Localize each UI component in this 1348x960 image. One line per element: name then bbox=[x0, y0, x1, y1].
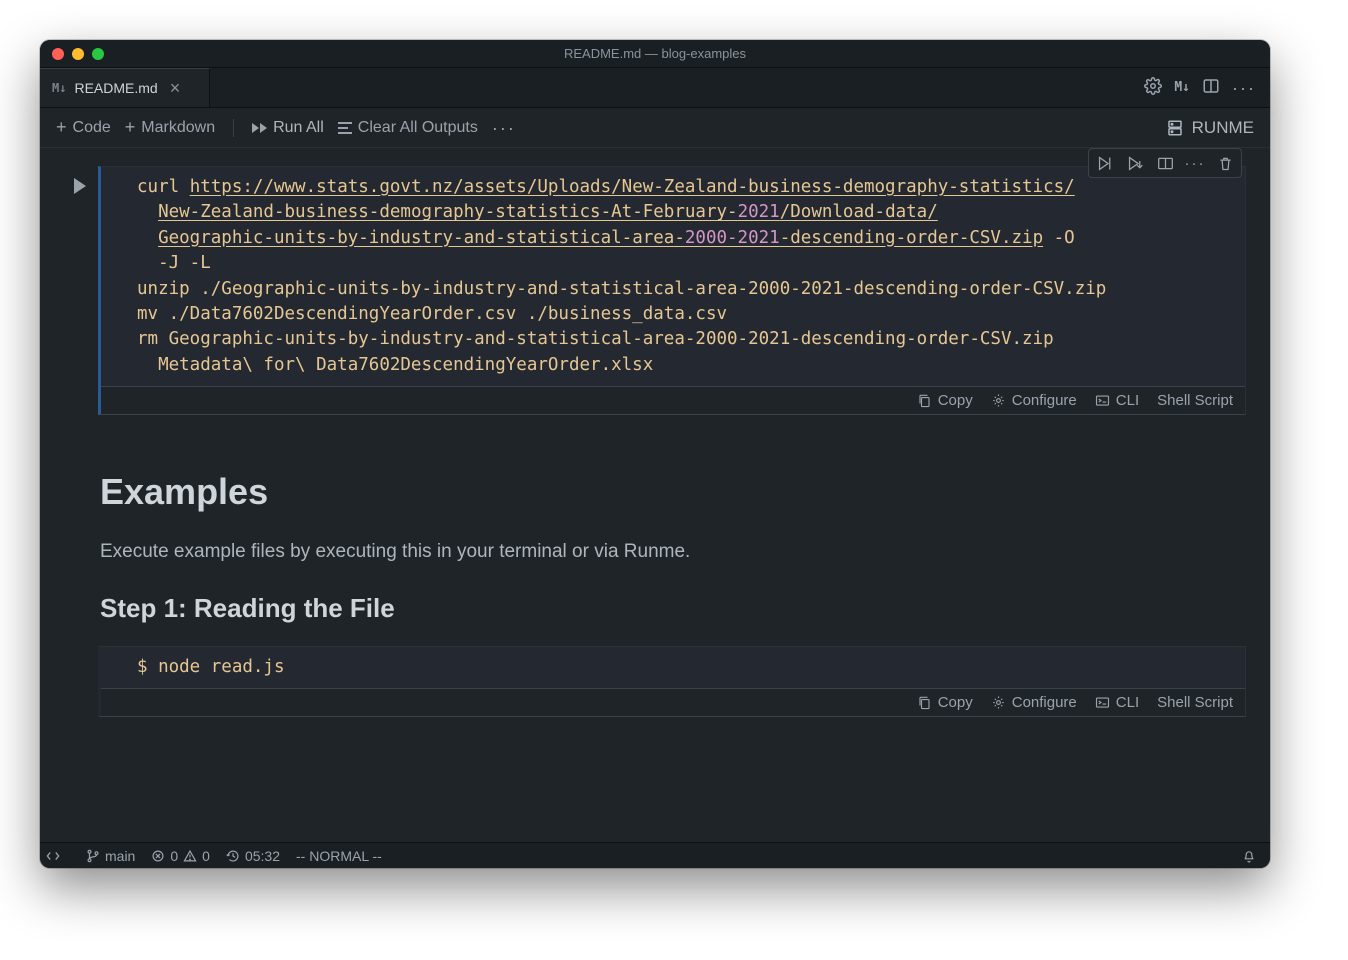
cell-footer: Copy Configure CLI Shell Script bbox=[101, 386, 1245, 414]
more-actions-icon[interactable]: ··· bbox=[1232, 79, 1256, 97]
run-all-icon bbox=[252, 123, 267, 133]
editor-actions: M↓ ··· bbox=[1144, 68, 1270, 107]
plus-icon: + bbox=[125, 117, 136, 138]
label: Copy bbox=[938, 694, 973, 711]
statusbar: main 0 0 05:32 -- NORMAL -- bbox=[40, 842, 1270, 868]
mode-text: -- NORMAL -- bbox=[296, 848, 382, 864]
copy-icon bbox=[917, 695, 932, 710]
notifications-button[interactable] bbox=[1242, 849, 1256, 863]
history-icon bbox=[226, 849, 240, 863]
clear-icon bbox=[338, 122, 352, 134]
branch-icon bbox=[86, 849, 100, 863]
label: Shell Script bbox=[1157, 392, 1233, 409]
run-by-line-icon[interactable] bbox=[1091, 151, 1119, 175]
label: Markdown bbox=[141, 119, 215, 137]
cell-hover-toolbar: ··· bbox=[1088, 148, 1242, 178]
warning-count: 0 bbox=[202, 848, 210, 864]
label: Shell Script bbox=[1157, 694, 1233, 711]
tab-label: README.md bbox=[74, 80, 157, 96]
warning-icon bbox=[183, 849, 197, 863]
heading-step1: Step 1: Reading the File bbox=[100, 593, 1246, 624]
window-title: README.md — blog-examples bbox=[40, 46, 1270, 61]
cell-body[interactable]: curl https://www.stats.govt.nz/assets/Up… bbox=[98, 166, 1246, 415]
cli-button[interactable]: CLI bbox=[1095, 392, 1139, 409]
bell-icon bbox=[1242, 849, 1256, 863]
terminal-icon bbox=[1095, 695, 1110, 710]
copy-icon bbox=[917, 393, 932, 408]
execute-below-icon[interactable] bbox=[1121, 151, 1149, 175]
label: RUNME bbox=[1192, 118, 1254, 138]
branch-indicator[interactable]: main bbox=[86, 848, 135, 864]
add-markdown-button[interactable]: + Markdown bbox=[125, 117, 215, 138]
code-editor[interactable]: $ node read.js bbox=[101, 647, 1245, 688]
label: Clear All Outputs bbox=[358, 119, 478, 137]
tab-readme[interactable]: M↓ README.md × bbox=[40, 68, 210, 107]
gear-icon[interactable] bbox=[1144, 77, 1162, 98]
add-code-button[interactable]: + Code bbox=[56, 117, 111, 138]
heading-examples: Examples bbox=[100, 471, 1246, 513]
split-editor-icon[interactable] bbox=[1202, 77, 1220, 98]
play-icon bbox=[74, 178, 86, 194]
configure-button[interactable]: Configure bbox=[991, 694, 1077, 711]
cli-button[interactable]: CLI bbox=[1095, 694, 1139, 711]
label: Run All bbox=[273, 119, 324, 137]
more-icon: ··· bbox=[492, 119, 516, 137]
run-cell-button[interactable] bbox=[68, 174, 92, 198]
delete-cell-icon[interactable] bbox=[1211, 151, 1239, 175]
remote-indicator[interactable] bbox=[40, 843, 66, 868]
server-icon bbox=[1166, 119, 1184, 137]
label: CLI bbox=[1116, 694, 1139, 711]
markdown-cell[interactable]: Examples Execute example files by execut… bbox=[58, 443, 1246, 624]
gear-icon bbox=[991, 695, 1006, 710]
split-cell-icon[interactable] bbox=[1151, 151, 1179, 175]
copy-button[interactable]: Copy bbox=[917, 392, 973, 409]
separator bbox=[233, 119, 234, 137]
titlebar: README.md — blog-examples bbox=[40, 40, 1270, 68]
vim-mode: -- NORMAL -- bbox=[296, 848, 382, 864]
time: 05:32 bbox=[245, 848, 280, 864]
toolbar-more[interactable]: ··· bbox=[492, 119, 516, 137]
code-cell-1: ··· curl https://www.stats.govt.nz/asset… bbox=[98, 166, 1246, 415]
error-icon bbox=[151, 849, 165, 863]
label: Configure bbox=[1012, 694, 1077, 711]
label: Configure bbox=[1012, 392, 1077, 409]
code-cell-2: $ node read.js Copy Configure CLI bbox=[98, 646, 1246, 717]
label: Code bbox=[73, 119, 111, 137]
terminal-icon bbox=[1095, 393, 1110, 408]
language-indicator[interactable]: Shell Script bbox=[1157, 694, 1233, 711]
language-indicator[interactable]: Shell Script bbox=[1157, 392, 1233, 409]
cell-more-icon[interactable]: ··· bbox=[1181, 151, 1209, 175]
gear-icon bbox=[991, 393, 1006, 408]
clear-outputs-button[interactable]: Clear All Outputs bbox=[338, 119, 478, 137]
vscode-window: README.md — blog-examples M↓ README.md ×… bbox=[40, 40, 1270, 868]
configure-button[interactable]: Configure bbox=[991, 392, 1077, 409]
notebook-toolbar: + Code + Markdown Run All Clear All Outp… bbox=[40, 108, 1270, 148]
editor-tabbar: M↓ README.md × M↓ ··· bbox=[40, 68, 1270, 108]
close-tab-icon[interactable]: × bbox=[170, 78, 181, 99]
paragraph: Execute example files by executing this … bbox=[100, 541, 1246, 563]
code-editor[interactable]: curl https://www.stats.govt.nz/assets/Up… bbox=[101, 167, 1245, 386]
notebook-content[interactable]: ··· curl https://www.stats.govt.nz/asset… bbox=[40, 148, 1270, 842]
preview-markdown-icon[interactable]: M↓ bbox=[1174, 80, 1190, 95]
run-all-button[interactable]: Run All bbox=[252, 119, 324, 137]
cell-body[interactable]: $ node read.js Copy Configure CLI bbox=[98, 646, 1246, 717]
branch-name: main bbox=[105, 848, 135, 864]
remote-icon bbox=[46, 849, 60, 863]
plus-icon: + bbox=[56, 117, 67, 138]
copy-button[interactable]: Copy bbox=[917, 694, 973, 711]
time-indicator[interactable]: 05:32 bbox=[226, 848, 280, 864]
label: CLI bbox=[1116, 392, 1139, 409]
runme-button[interactable]: RUNME bbox=[1166, 118, 1254, 138]
error-count: 0 bbox=[170, 848, 178, 864]
problems-indicator[interactable]: 0 0 bbox=[151, 848, 210, 864]
markdown-file-icon: M↓ bbox=[52, 81, 66, 95]
cell-footer: Copy Configure CLI Shell Script bbox=[101, 688, 1245, 716]
label: Copy bbox=[938, 392, 973, 409]
